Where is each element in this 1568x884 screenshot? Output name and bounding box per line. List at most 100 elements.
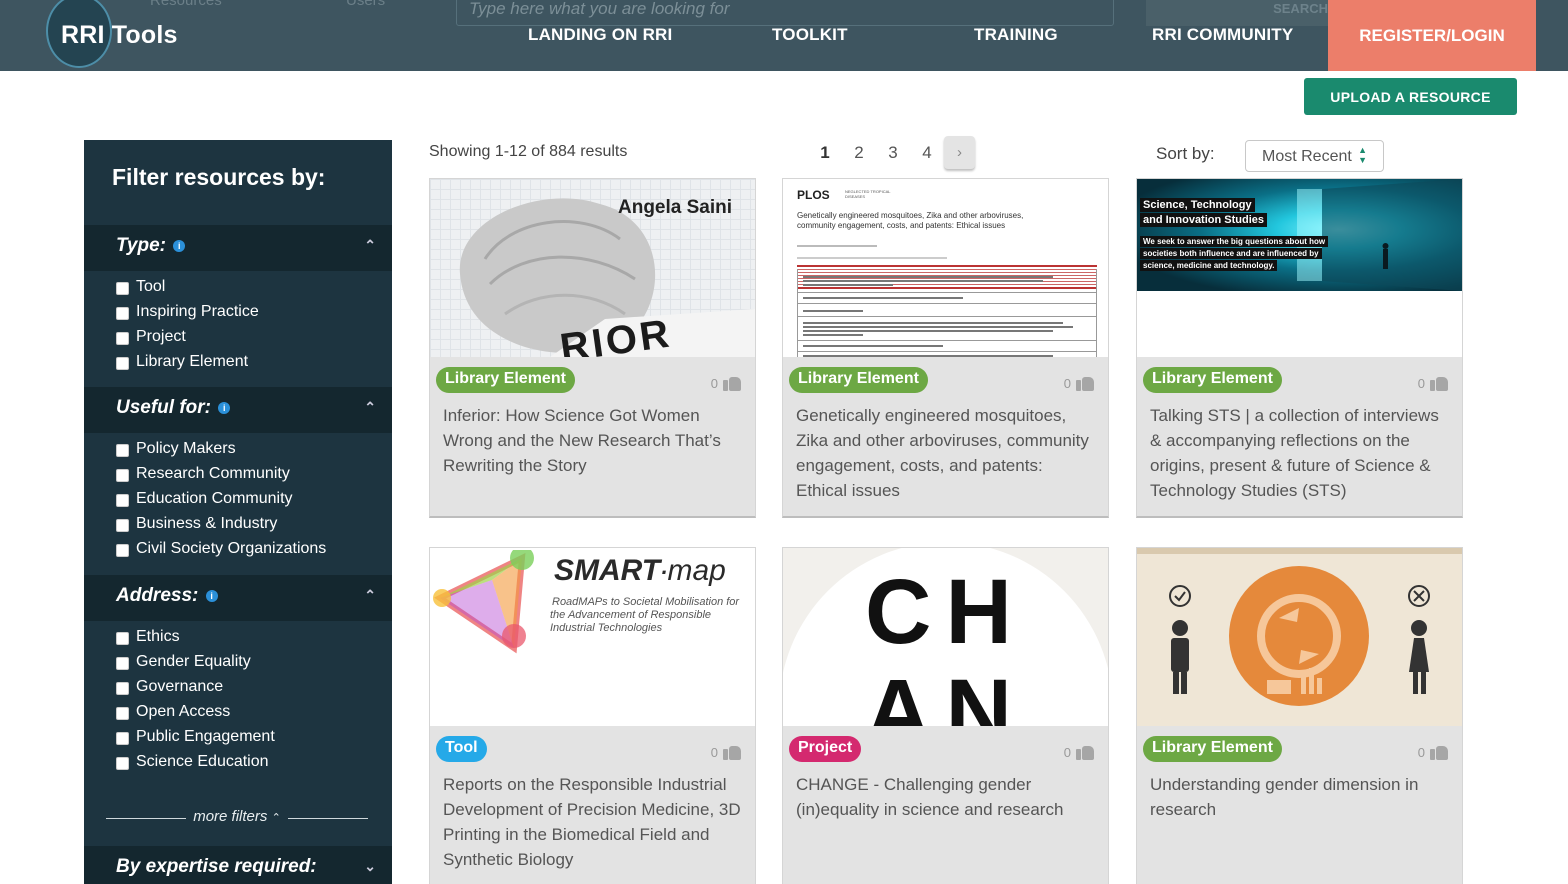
checkbox[interactable]: [116, 306, 129, 320]
thumbs-up-icon[interactable]: [723, 740, 741, 760]
next-page-button[interactable]: ›: [944, 136, 975, 169]
card-image[interactable]: CH AN: [783, 548, 1108, 726]
smart-map-sub-1: RoadMAPs to Societal Mobilisation for: [552, 596, 740, 608]
filter-option[interactable]: Science Education: [116, 749, 275, 774]
like-counter[interactable]: 0: [1418, 740, 1448, 760]
sts-banner: Science, Technology and Innovation Studi…: [1137, 179, 1462, 291]
filter-option[interactable]: Project: [116, 324, 259, 349]
thumbs-up-icon[interactable]: [723, 371, 741, 391]
thumbs-up-icon[interactable]: [1430, 371, 1448, 391]
filter-option[interactable]: Ethics: [116, 624, 275, 649]
info-icon[interactable]: i: [173, 240, 186, 252]
filter-option[interactable]: Policy Makers: [116, 436, 326, 461]
resource-card[interactable]: CH AN Project 0 CHANGE - Challenging gen…: [782, 547, 1109, 884]
filter-option[interactable]: Business & Industry: [116, 511, 326, 536]
checkbox[interactable]: [116, 356, 129, 370]
checkbox[interactable]: [116, 443, 129, 457]
thumbs-up-icon[interactable]: [1076, 740, 1094, 760]
card-title[interactable]: Talking STS | a collection of interviews…: [1150, 403, 1450, 503]
chevron-up-icon[interactable]: ⌃: [364, 399, 376, 416]
more-filters-toggle[interactable]: more filters ⌃: [106, 808, 368, 825]
checkbox[interactable]: [116, 543, 129, 557]
checkbox[interactable]: [116, 493, 129, 507]
filter-option[interactable]: Research Community: [116, 461, 326, 486]
like-counter[interactable]: 0: [711, 371, 741, 391]
option-label: Education Community: [136, 489, 293, 507]
card-image[interactable]: PLOS NEGLECTED TROPICAL DISEASES Genetic…: [783, 179, 1108, 357]
checkbox[interactable]: [116, 631, 129, 645]
search-input[interactable]: Type here what you are looking for: [456, 0, 1114, 26]
filter-section-useful-for[interactable]: Useful for: i ⌃: [84, 387, 392, 433]
sort-select[interactable]: Most Recent ▲ ▼: [1245, 140, 1384, 172]
filter-option[interactable]: Open Access: [116, 699, 275, 724]
card-image[interactable]: Angela Saini RIOR: [430, 179, 755, 357]
checkbox[interactable]: [116, 518, 129, 532]
option-label: Civil Society Organizations: [136, 539, 327, 557]
option-label: Governance: [136, 677, 224, 695]
nav-training[interactable]: TRAINING: [974, 25, 1058, 45]
search-button[interactable]: SEARCH: [1146, 0, 1336, 26]
filter-option[interactable]: Inspiring Practice: [116, 299, 259, 324]
smart-word: SMART: [554, 554, 661, 587]
banner-desc-3: science, medicine and technology.: [1140, 260, 1278, 271]
chevron-up-icon[interactable]: ⌃: [364, 587, 376, 604]
card-image[interactable]: SMART·map RoadMAPs to Societal Mobilisat…: [430, 548, 755, 726]
info-icon[interactable]: i: [218, 402, 231, 414]
chevron-down-icon[interactable]: ⌄: [364, 858, 376, 875]
card-title[interactable]: Understanding gender dimension in resear…: [1150, 772, 1450, 822]
like-counter[interactable]: 0: [1418, 371, 1448, 391]
card-title[interactable]: Genetically engineered mosquitoes, Zika …: [796, 403, 1096, 503]
resource-card[interactable]: SMART·map RoadMAPs to Societal Mobilisat…: [429, 547, 756, 884]
filter-option[interactable]: Education Community: [116, 486, 326, 511]
site-logo[interactable]: RRI Tools: [46, 0, 177, 68]
resource-card[interactable]: Library Element 0 Understanding gender d…: [1136, 547, 1463, 884]
filter-option[interactable]: Public Engagement: [116, 724, 275, 749]
like-counter[interactable]: 0: [1064, 371, 1094, 391]
card-title[interactable]: Reports on the Responsible Industrial De…: [443, 772, 743, 872]
thumbs-up-icon[interactable]: [1430, 740, 1448, 760]
page-3[interactable]: 3: [876, 143, 910, 163]
sort-arrows-icon: ▲ ▼: [1358, 145, 1367, 165]
card-title[interactable]: Inferior: How Science Got Women Wrong an…: [443, 403, 743, 478]
checkbox[interactable]: [116, 468, 129, 482]
checkbox[interactable]: [116, 756, 129, 770]
checkbox[interactable]: [116, 331, 129, 345]
checkbox[interactable]: [116, 731, 129, 745]
resource-card[interactable]: PLOS NEGLECTED TROPICAL DISEASES Genetic…: [782, 178, 1109, 518]
filter-option[interactable]: Tool: [116, 274, 259, 299]
checkbox[interactable]: [116, 681, 129, 695]
like-counter[interactable]: 0: [1064, 740, 1094, 760]
upload-resource-button[interactable]: UPLOAD A RESOURCE: [1304, 78, 1517, 115]
filter-option[interactable]: Library Element: [116, 349, 259, 374]
option-label: Gender Equality: [136, 652, 251, 670]
page-4[interactable]: 4: [910, 143, 944, 163]
card-image[interactable]: [1137, 548, 1462, 726]
register-login-button[interactable]: REGISTER/LOGIN: [1328, 0, 1536, 71]
card-image[interactable]: Science, Technology and Innovation Studi…: [1137, 179, 1462, 357]
resource-card[interactable]: Science, Technology and Innovation Studi…: [1136, 178, 1463, 518]
like-count: 0: [1063, 745, 1071, 760]
filter-section-type[interactable]: Type: i ⌃: [84, 225, 392, 271]
filter-section-address[interactable]: Address: i ⌃: [84, 575, 392, 621]
filter-option[interactable]: Civil Society Organizations: [116, 536, 326, 561]
info-icon[interactable]: i: [205, 590, 218, 602]
option-label: Ethics: [136, 627, 180, 645]
page-2[interactable]: 2: [842, 143, 876, 163]
chevron-up-icon[interactable]: ⌃: [364, 237, 376, 254]
nav-rri-community[interactable]: RRI COMMUNITY: [1152, 25, 1293, 45]
thumbs-up-icon[interactable]: [1076, 371, 1094, 391]
like-count: 0: [1417, 745, 1425, 760]
filter-option[interactable]: Gender Equality: [116, 649, 275, 674]
filter-section-expertise[interactable]: By expertise required: ⌄: [84, 846, 392, 884]
filter-sidebar: Filter resources by: Type: i ⌃ Tool Insp…: [84, 140, 392, 884]
checkbox[interactable]: [116, 706, 129, 720]
nav-landing-on-rri[interactable]: LANDING ON RRI: [528, 25, 672, 45]
page-1[interactable]: 1: [808, 143, 842, 163]
resource-card[interactable]: Angela Saini RIOR Library Element 0 Infe…: [429, 178, 756, 518]
nav-toolkit[interactable]: TOOLKIT: [772, 25, 848, 45]
checkbox[interactable]: [116, 281, 129, 295]
filter-option[interactable]: Governance: [116, 674, 275, 699]
like-counter[interactable]: 0: [711, 740, 741, 760]
checkbox[interactable]: [116, 656, 129, 670]
card-title[interactable]: CHANGE - Challenging gender (in)equality…: [796, 772, 1096, 822]
